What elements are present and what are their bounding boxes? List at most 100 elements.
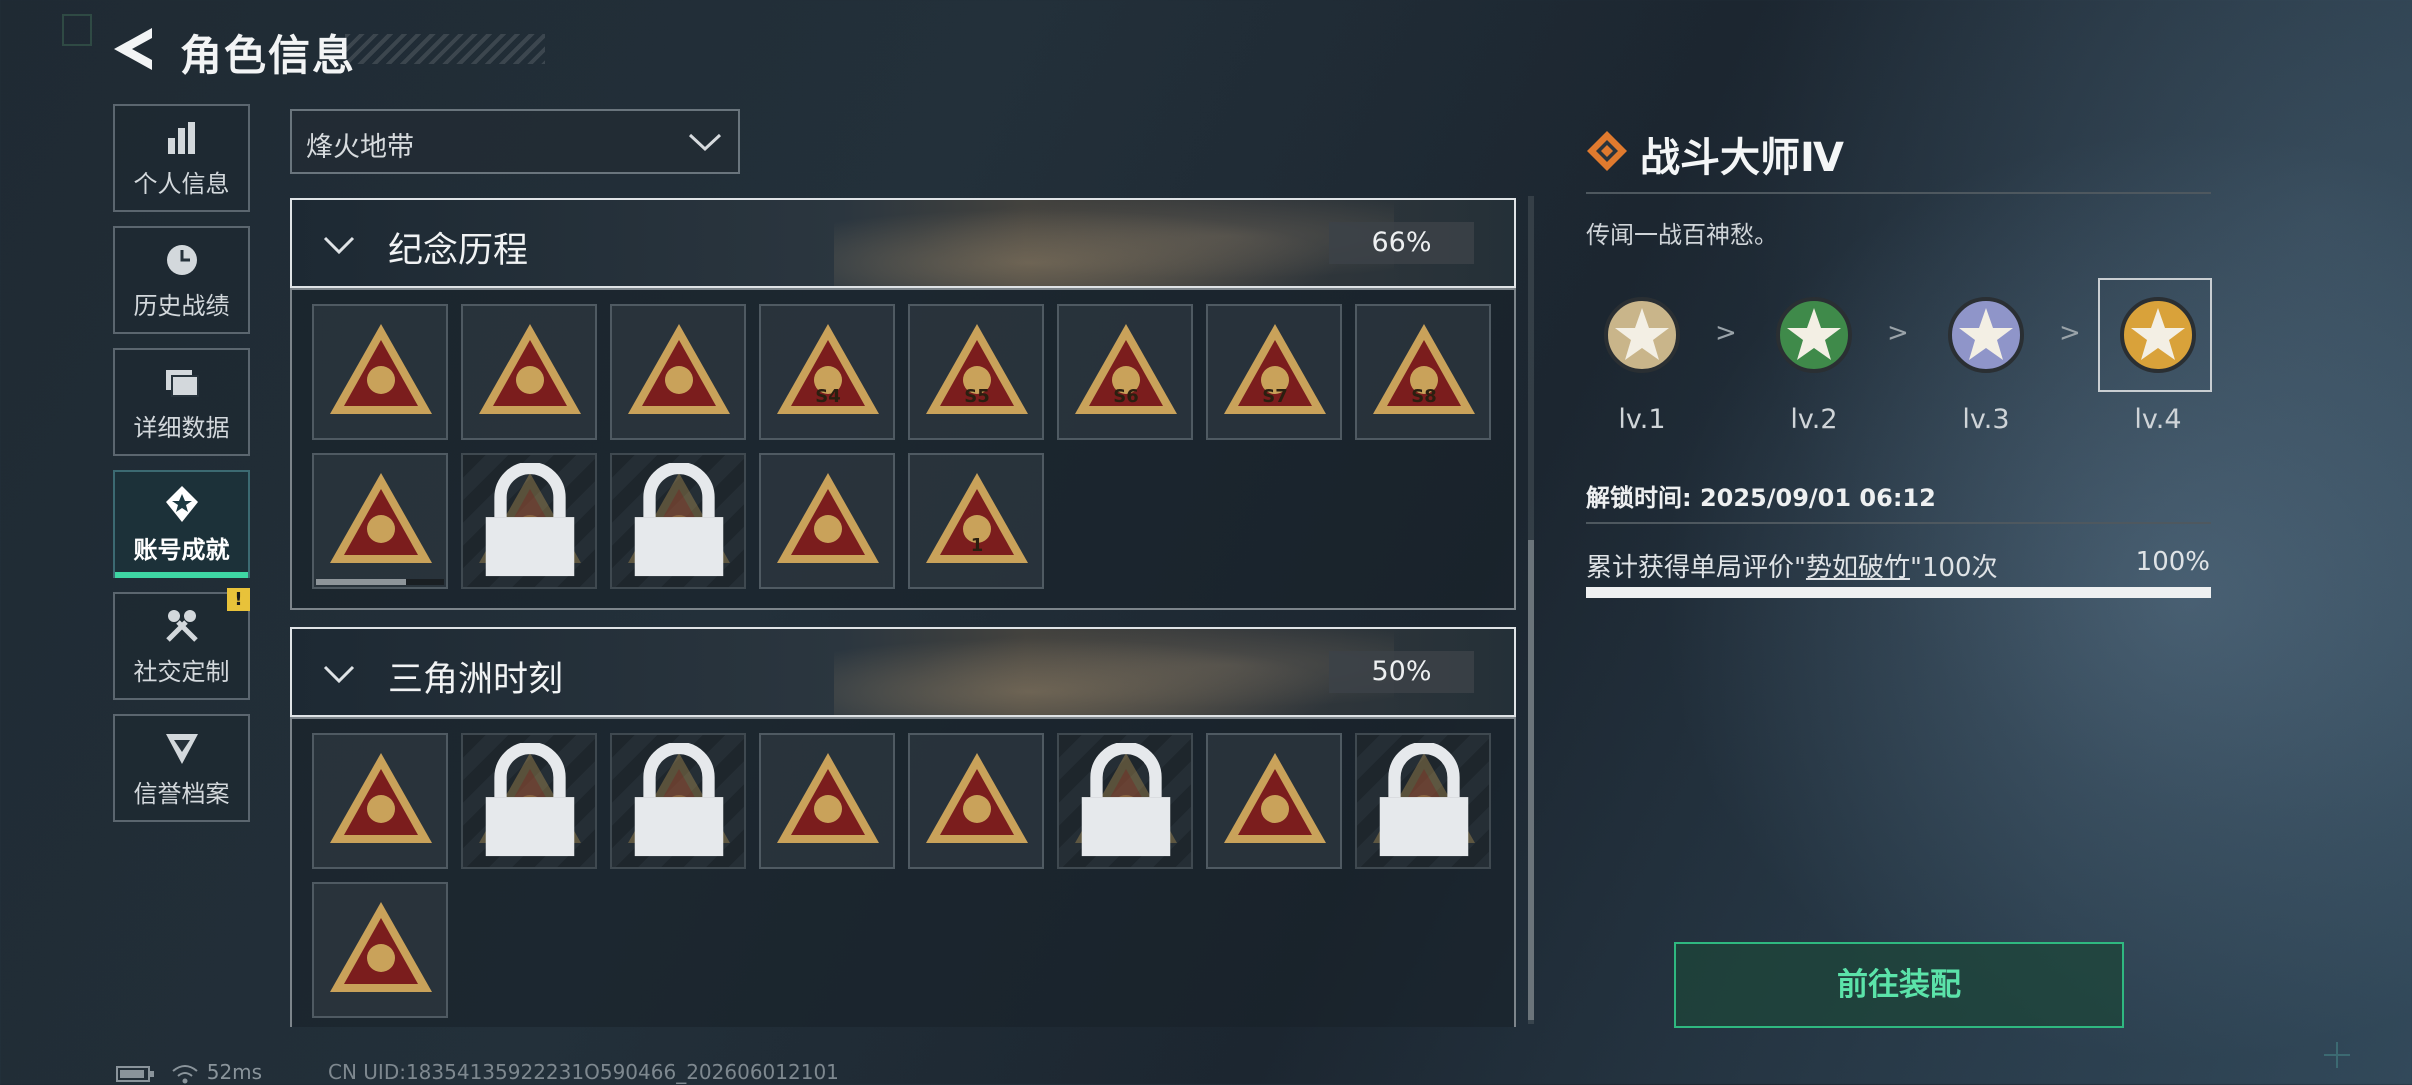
sidebar-item-label: 历史战绩: [133, 291, 230, 320]
corner-frame: [62, 14, 92, 46]
title-decoration: [345, 34, 545, 64]
sidebar-item-label: 个人信息: [133, 169, 230, 198]
level-arrow: >: [1887, 318, 1909, 348]
achievement-tile[interactable]: [461, 733, 597, 869]
battery-icon: [116, 1065, 154, 1082]
section-banner-art: [834, 200, 1394, 286]
lock-icon: [1379, 743, 1469, 857]
hat-badge-icon: [777, 473, 879, 563]
sidebar-item-label: 社交定制: [133, 657, 230, 686]
achievement-tile[interactable]: [1206, 733, 1342, 869]
achievement-tile[interactable]: [908, 733, 1044, 869]
team-badge-icon: [926, 753, 1028, 843]
achievement-tile[interactable]: S5: [908, 304, 1044, 440]
condition-suffix: "100次: [1909, 553, 1998, 583]
svg-text:S4: S4: [815, 386, 841, 407]
section-header-delta-moments[interactable]: 三角洲时刻 50%: [290, 627, 1516, 717]
level-arrow: >: [2059, 318, 2081, 348]
sidebar-item-achievements[interactable]: 账号成就: [113, 470, 250, 578]
level-label: lv.2: [1790, 404, 1838, 435]
section-header-memorial[interactable]: 纪念历程 66%: [290, 198, 1516, 288]
level-label: lv.3: [1962, 404, 2010, 435]
diamond-rank-icon: [1587, 131, 1627, 171]
page-title: 角色信息: [180, 31, 357, 80]
clock-history-icon: [166, 244, 197, 275]
back-arrow-icon[interactable]: [112, 26, 154, 72]
achievement-tile[interactable]: [312, 304, 448, 440]
s8-badge-icon: S8: [1373, 324, 1475, 414]
mode-select-value: 烽火地带: [306, 132, 414, 163]
achievement-tile[interactable]: [1057, 733, 1193, 869]
achievement-tile[interactable]: 1: [908, 453, 1044, 589]
achievement-tile[interactable]: [610, 733, 746, 869]
condition-percent: 100%: [2135, 547, 2210, 577]
mode-select[interactable]: 烽火地带: [290, 109, 740, 174]
achievement-badge-icon: [165, 485, 198, 522]
achievement-tile[interactable]: [461, 304, 597, 440]
silver-star-medal-icon[interactable]: [1941, 290, 2031, 380]
achievement-tile[interactable]: [461, 453, 597, 589]
section-title: 纪念历程: [388, 231, 529, 271]
achievement-tile[interactable]: [1355, 733, 1491, 869]
achievement-tile[interactable]: S4: [759, 304, 895, 440]
svg-text:S7: S7: [1262, 386, 1288, 407]
divider: [1586, 192, 2211, 194]
achievement-tile[interactable]: [759, 453, 895, 589]
sidebar-item-detailed-data[interactable]: 详细数据: [113, 348, 250, 456]
bronze-star-medal-icon[interactable]: [1597, 290, 1687, 380]
sidebar-item-label: 详细数据: [133, 413, 230, 442]
user-uid: CN UID:18354135922231O590466_20260601210…: [328, 1060, 839, 1084]
achievement-tile[interactable]: S7: [1206, 304, 1342, 440]
svg-text:S8: S8: [1411, 386, 1437, 407]
shield-chevron-icon: [165, 733, 198, 764]
s7-badge-icon: S7: [1224, 324, 1326, 414]
bar-chart-icon: [167, 121, 195, 154]
scrollbar-thumb[interactable]: [1528, 540, 1534, 1020]
triangle-badge-icon: [330, 324, 432, 414]
plus-icon: [2324, 1042, 2350, 1068]
go-equip-button[interactable]: 前往装配: [1674, 942, 2124, 1028]
chevron-down-icon: [323, 236, 355, 255]
unlock-time: 解锁时间: 2025/09/01 06:12: [1586, 484, 1936, 512]
svg-text:S5: S5: [964, 386, 990, 407]
achievement-tile[interactable]: [312, 733, 448, 869]
number-one-badge-icon: 1: [926, 473, 1028, 563]
alert-badge: !: [227, 588, 250, 611]
achievement-tile[interactable]: [759, 733, 895, 869]
sidebar-item-credit-archive[interactable]: 信誉档案: [113, 714, 250, 822]
lock-icon: [1081, 743, 1171, 857]
section-percent: 50%: [1329, 651, 1474, 693]
folder-icon: [165, 369, 199, 397]
vehicle-badge-icon: [330, 473, 432, 563]
sidebar-item-label: 信誉档案: [133, 779, 230, 808]
s5-badge-icon: S5: [926, 324, 1028, 414]
svg-text:1: 1: [971, 535, 984, 556]
s4-badge-icon: S4: [777, 324, 879, 414]
tile-progress-bar: [316, 579, 444, 585]
condition-progress-bar: [1586, 587, 2211, 598]
achievement-tile[interactable]: S6: [1057, 304, 1193, 440]
condition-prefix: 累计获得单局评价": [1586, 553, 1806, 583]
green-star-medal-icon[interactable]: [1769, 290, 1859, 380]
status-bar: 52ms: [116, 1060, 262, 1085]
sidebar-item-label: 账号成就: [133, 535, 230, 564]
svg-text:S6: S6: [1113, 386, 1139, 407]
shield-emblem-badge-icon: [628, 324, 730, 414]
lock-icon: [634, 463, 724, 577]
active-indicator: [115, 572, 248, 578]
wrench-icon: [165, 609, 198, 642]
unlock-condition: 累计获得单局评价"势如破竹"100次: [1586, 547, 1998, 584]
achievement-tile[interactable]: [610, 453, 746, 589]
section-panel-delta-moments: [290, 717, 1516, 1027]
sidebar-item-history[interactable]: 历史战绩: [113, 226, 250, 334]
lock-icon: [485, 743, 575, 857]
achievement-tile[interactable]: S8: [1355, 304, 1491, 440]
rocket-badge-icon: [1224, 753, 1326, 843]
achievement-tile[interactable]: [312, 453, 448, 589]
achievement-tile[interactable]: [610, 304, 746, 440]
level-label: lv.1: [1618, 404, 1666, 435]
chevron-down-icon: [323, 665, 355, 684]
sidebar-item-personal-info[interactable]: 个人信息: [113, 104, 250, 212]
achievement-tile[interactable]: [312, 882, 448, 1018]
rose-diamond-badge-icon: [330, 902, 432, 992]
